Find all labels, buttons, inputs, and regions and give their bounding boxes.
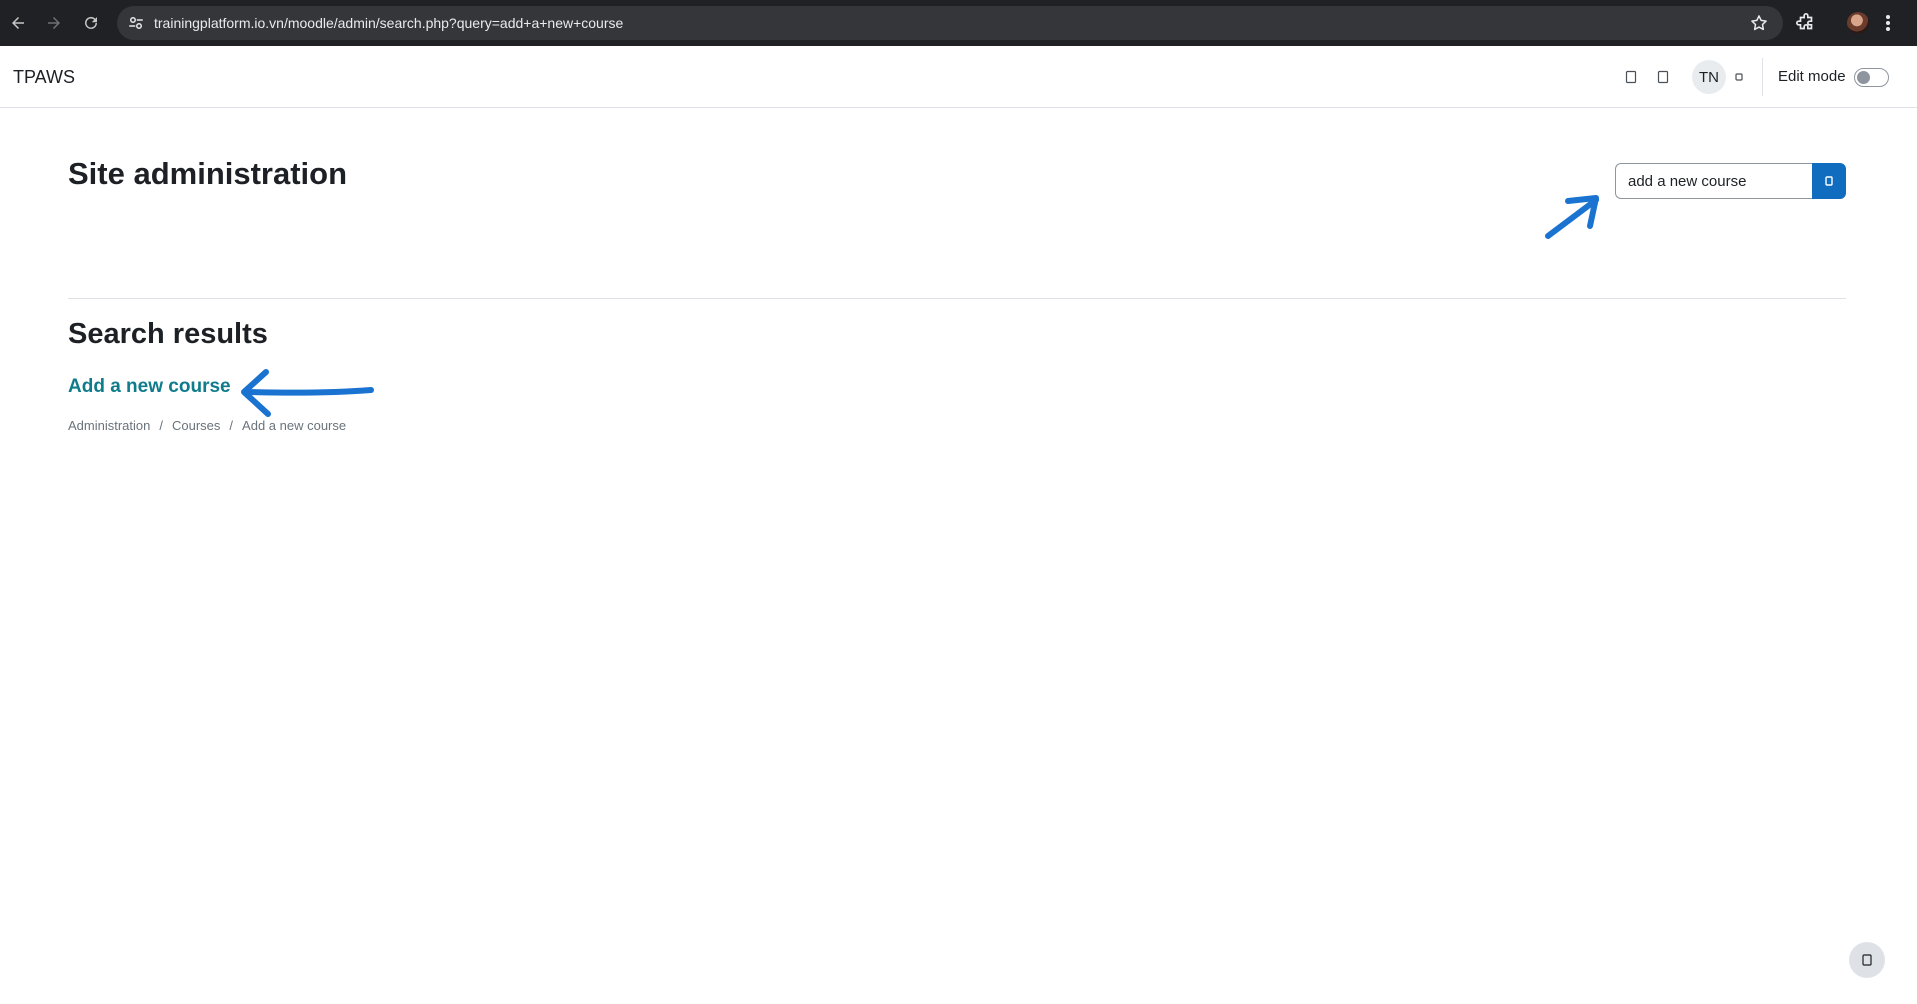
- user-avatar[interactable]: TN: [1692, 60, 1726, 94]
- tune-icon[interactable]: [127, 14, 145, 32]
- profile-avatar[interactable]: [1847, 12, 1869, 34]
- puzzle-icon[interactable]: [1795, 12, 1817, 34]
- search-result-link[interactable]: Add a new course: [68, 376, 231, 398]
- breadcrumb-separator: /: [159, 418, 163, 433]
- kebab-menu-icon[interactable]: [1883, 12, 1893, 34]
- notifications-button[interactable]: [1620, 66, 1642, 88]
- arrow-left-icon: [12, 17, 24, 29]
- user-initials: TN: [1699, 68, 1719, 86]
- edit-mode-toggle[interactable]: [1854, 68, 1889, 87]
- annotation-arrow-result: [241, 369, 374, 417]
- question-icon: [1862, 954, 1872, 966]
- breadcrumb-courses[interactable]: Courses: [172, 418, 220, 433]
- browser-toolbar: trainingplatform.io.vn/moodle/admin/sear…: [0, 0, 1917, 46]
- breadcrumb-add-new-course[interactable]: Add a new course: [242, 418, 346, 433]
- chat-icon: [1657, 70, 1669, 84]
- caret-down-icon[interactable]: [1734, 71, 1744, 83]
- admin-search-input[interactable]: [1615, 163, 1813, 199]
- bell-icon: [1625, 70, 1637, 84]
- star-icon[interactable]: [1749, 13, 1769, 33]
- messages-button[interactable]: [1652, 66, 1674, 88]
- footer-help-button[interactable]: [1849, 942, 1885, 978]
- breadcrumb-separator: /: [229, 418, 234, 433]
- search-button[interactable]: [1812, 163, 1846, 199]
- edit-mode-label: Edit mode: [1778, 68, 1846, 85]
- reload-button[interactable]: [79, 11, 103, 35]
- annotation-arrow-search: [1545, 195, 1599, 239]
- forward-button[interactable]: [42, 11, 66, 35]
- result-breadcrumb: Administration / Courses / Add a new course: [68, 418, 346, 433]
- site-brand[interactable]: TPAWS: [13, 46, 75, 108]
- page-title: Site administration: [68, 156, 348, 191]
- arrow-right-icon: [48, 17, 60, 29]
- navbar-divider: [1762, 58, 1763, 96]
- site-navbar: TPAWS TN Edit mode: [0, 46, 1917, 108]
- section-divider: [68, 298, 1846, 299]
- address-bar[interactable]: trainingplatform.io.vn/moodle/admin/sear…: [117, 6, 1783, 40]
- reload-icon: [85, 16, 97, 29]
- back-button[interactable]: [6, 11, 30, 35]
- url-text[interactable]: trainingplatform.io.vn/moodle/admin/sear…: [154, 6, 623, 40]
- search-icon: [1825, 176, 1833, 186]
- toggle-knob: [1857, 71, 1870, 84]
- annotation-arrows: [241, 195, 1599, 417]
- admin-search-form: [1615, 163, 1846, 199]
- search-results-heading: Search results: [68, 318, 268, 350]
- breadcrumb-administration[interactable]: Administration: [68, 418, 150, 433]
